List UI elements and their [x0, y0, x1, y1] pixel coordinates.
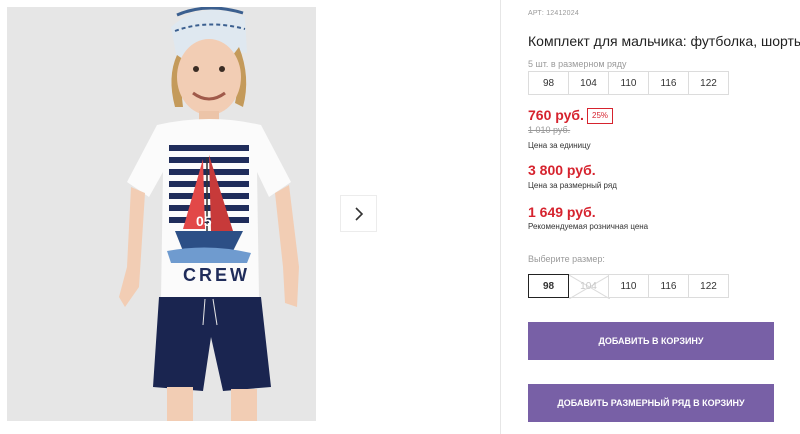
size-row-list: 98 104 110 116 122 — [528, 71, 729, 95]
size-row-item: 104 — [568, 71, 609, 95]
divider — [500, 0, 501, 434]
unit-price: 760 руб. — [528, 107, 584, 123]
article-number: АРТ: 12412024 — [528, 10, 579, 17]
next-image-button[interactable] — [340, 195, 377, 232]
shirt-number-text: 05 — [196, 213, 212, 229]
add-size-row-to-cart-button[interactable]: ДОБАВИТЬ РАЗМЕРНЫЙ РЯД В КОРЗИНУ — [528, 384, 774, 422]
size-row-item: 116 — [648, 71, 689, 95]
add-to-cart-button[interactable]: ДОБАВИТЬ В КОРЗИНУ — [528, 322, 774, 360]
size-row-note: 5 шт. в размерном ряду — [528, 59, 627, 69]
size-selector: 98 104 110 116 122 — [528, 274, 729, 299]
shirt-print-text: CREW — [183, 265, 250, 285]
size-option-122[interactable]: 122 — [688, 274, 729, 298]
old-price: 1 010 руб. — [528, 125, 571, 135]
unit-price-caption: Цена за единицу — [528, 141, 591, 150]
size-row-item: 98 — [528, 71, 569, 95]
size-row-item: 122 — [688, 71, 729, 95]
size-option-116[interactable]: 116 — [648, 274, 689, 298]
row-price: 3 800 руб. — [528, 162, 596, 178]
choose-size-label: Выберите размер: — [528, 254, 605, 264]
discount-badge: 25% — [587, 108, 614, 124]
boy-in-tshirt-image — [7, 7, 316, 421]
retail-price: 1 649 руб. — [528, 204, 596, 220]
product-gallery: 05 CREW — [0, 0, 500, 434]
size-option-98[interactable]: 98 — [528, 274, 569, 298]
chevron-right-icon — [354, 206, 363, 221]
retail-price-caption: Рекомендуемая розничная цена — [528, 222, 649, 231]
size-option-110[interactable]: 110 — [608, 274, 649, 298]
product-title: Комплект для мальчика: футболка, шорты — [528, 33, 800, 49]
size-option-104[interactable]: 104 — [568, 274, 610, 299]
size-row-item: 110 — [608, 71, 649, 95]
product-photo[interactable]: 05 CREW — [7, 7, 316, 421]
row-price-caption: Цена за размерный ряд — [528, 181, 617, 190]
size-option-label: 104 — [580, 280, 597, 292]
